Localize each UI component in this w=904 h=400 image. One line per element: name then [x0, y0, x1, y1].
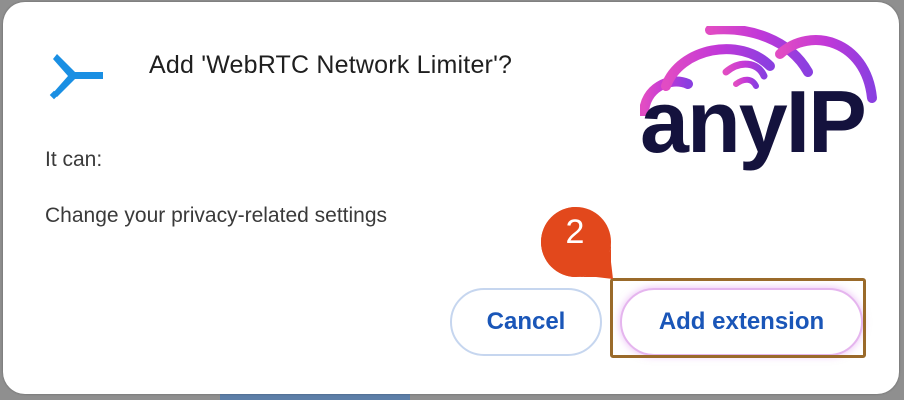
- permission-item: Change your privacy-related settings: [45, 204, 388, 227]
- add-extension-button[interactable]: Add extension: [620, 288, 863, 356]
- webrtc-network-limiter-icon: [49, 54, 103, 100]
- anyip-watermark-logo: anyIP: [640, 26, 878, 176]
- cancel-button[interactable]: Cancel: [450, 288, 602, 356]
- step-number: 2: [565, 213, 585, 251]
- permissions-intro: It can:: [45, 148, 103, 171]
- dialog-title: Add 'WebRTC Network Limiter'?: [149, 51, 513, 79]
- anyip-logo-text: anyIP: [640, 72, 867, 171]
